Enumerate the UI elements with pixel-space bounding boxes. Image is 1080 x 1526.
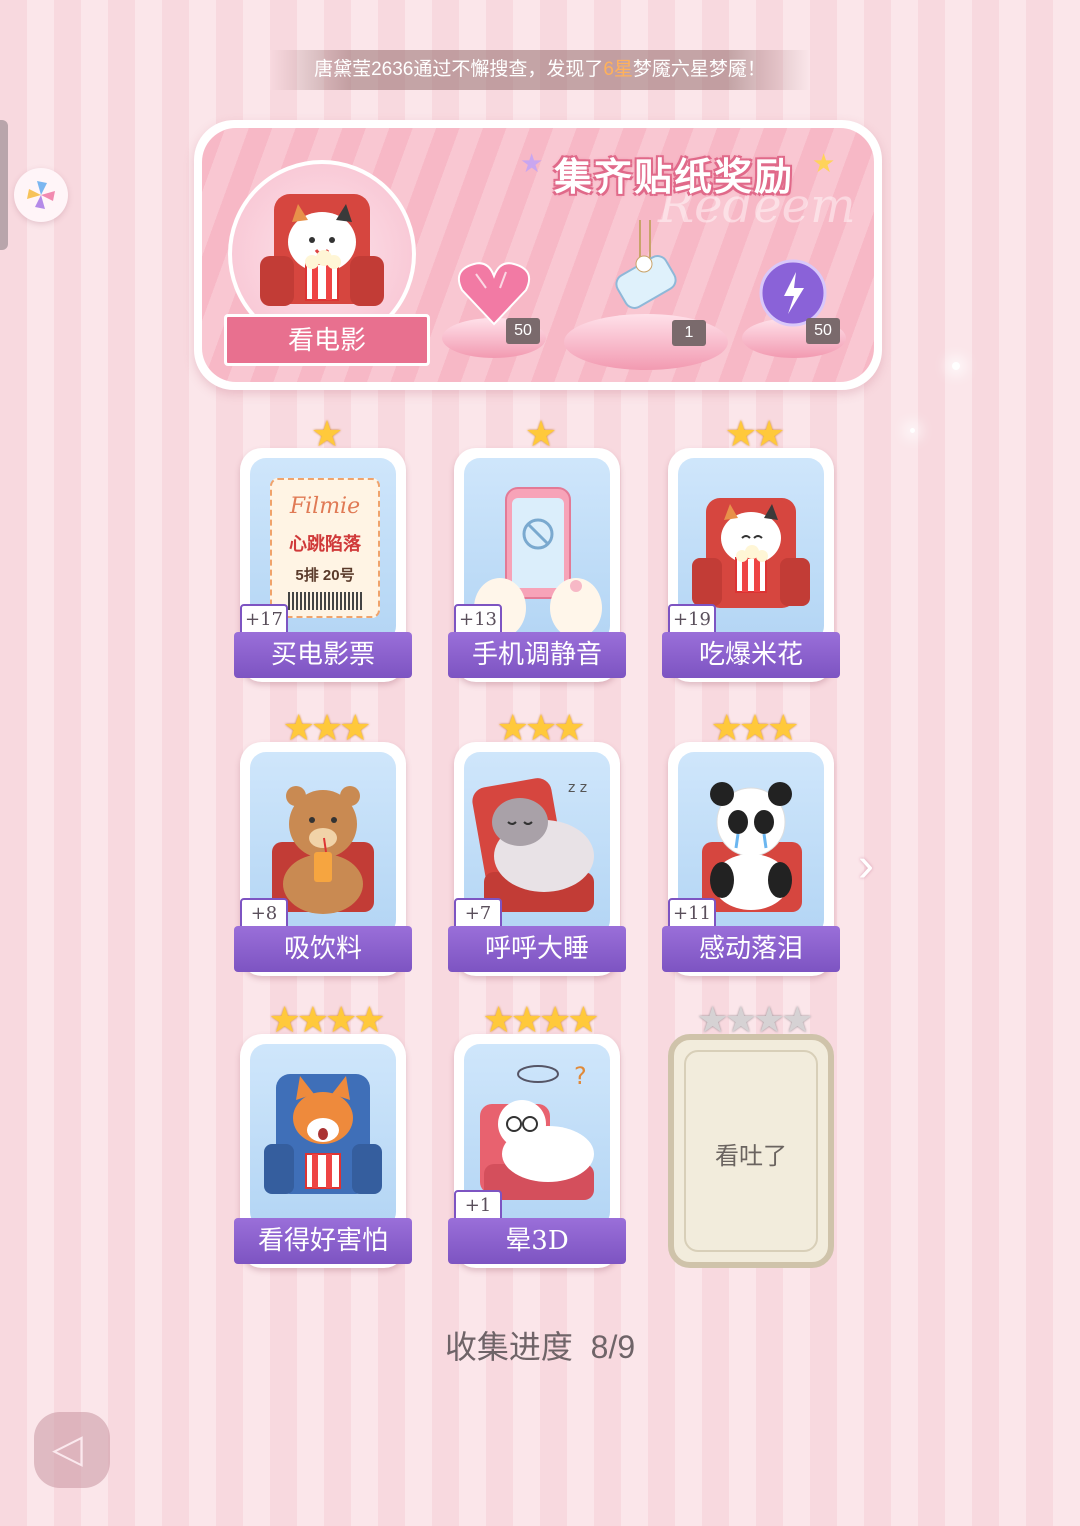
- sticker-card-silence-phone[interactable]: ★ +13 手机调静音: [448, 416, 628, 686]
- notice-highlight: 6星: [603, 59, 633, 80]
- star-rating: ★★★★: [482, 999, 599, 1040]
- reward-count: 50: [506, 318, 540, 344]
- back-arrow-icon: ◁: [52, 1427, 83, 1471]
- card-caption: 吸饮料: [234, 926, 412, 972]
- ticket-brand: Filmie: [289, 494, 361, 519]
- sticker-card-popcorn[interactable]: ★★ +19 吃爆米花: [662, 416, 842, 686]
- next-page-arrow-icon[interactable]: ›: [858, 838, 874, 893]
- sticker-card-sleep[interactable]: ★★★ z z +7 呼呼大睡: [448, 710, 628, 980]
- star-rating: ★★★: [710, 707, 800, 748]
- reward-heart-gem[interactable]: 50: [442, 258, 546, 358]
- svg-text:z z: z z: [568, 780, 587, 796]
- collection-progress: 收集进度 8/9: [0, 1322, 1080, 1368]
- sparkle-decoration: [952, 362, 960, 370]
- card-caption: 看得好害怕: [234, 1218, 412, 1264]
- wind-chime-icon: [615, 220, 677, 309]
- star-rating: ★★: [724, 413, 786, 454]
- locked-card-title: 看吐了: [715, 1142, 787, 1170]
- progress-value: 8/9: [590, 1329, 636, 1365]
- notice-text-pre: 唐黛莹2636通过不懈搜查，发现了: [314, 59, 604, 80]
- star-rating: ★: [310, 413, 343, 454]
- reward-count: 50: [806, 318, 840, 344]
- star-rating-locked: ★★★★: [696, 999, 813, 1040]
- banner-title: 集齐贴纸奖励: [554, 157, 795, 199]
- reward-wind-chime[interactable]: 1: [564, 220, 728, 370]
- side-drawer-handle[interactable]: [0, 120, 8, 250]
- barcode-icon: [288, 592, 362, 610]
- card-caption: 呼呼大睡: [448, 926, 626, 972]
- broadcast-notice: 唐黛莹2636通过不懈搜查，发现了6星梦魇六星梦魇！: [270, 50, 810, 90]
- card-caption: 买电影票: [234, 632, 412, 678]
- star-rating: ★★★: [496, 707, 586, 748]
- topic-label: 看电影: [224, 314, 430, 366]
- sticker-card-scared[interactable]: ★★★★ 看得好害怕: [234, 1002, 414, 1272]
- sticker-card-locked[interactable]: ★★★★ 看吐了: [664, 1002, 842, 1272]
- back-button[interactable]: ◁: [34, 1412, 110, 1488]
- svg-text:?: ?: [574, 1062, 587, 1090]
- card-caption: 手机调静音: [448, 632, 626, 678]
- sticker-reward-banner: Redeem ★ ★ 集齐贴纸奖励 看电影 50 1 50: [194, 120, 882, 390]
- star-rating: ★★★: [282, 707, 372, 748]
- card-caption: 晕3D: [448, 1218, 626, 1264]
- card-caption: 吃爆米花: [662, 632, 840, 678]
- sticker-card-buy-ticket[interactable]: ★ Filmie 心跳陷落 5排 20号 +17 买电影票: [234, 416, 414, 686]
- fox-scared-illustration: [250, 1044, 396, 1228]
- card-caption: 感动落泪: [662, 926, 840, 972]
- sticker-card-dizzy-3d[interactable]: ★★★★ ? +1 晕3D: [448, 1002, 628, 1272]
- reward-count: 1: [672, 320, 706, 346]
- ticket-movie-title: 心跳陷落: [289, 534, 361, 554]
- sticker-card-cry[interactable]: ★★★ +11 感动落泪: [662, 710, 842, 980]
- reward-energy-orb[interactable]: 50: [742, 258, 846, 358]
- notice-text-post: 梦魇六星梦魇！: [632, 59, 766, 80]
- star-icon: ★: [812, 148, 836, 178]
- star-rating: ★: [524, 413, 557, 454]
- star-rating: ★★★★: [268, 999, 385, 1040]
- pinwheel-icon[interactable]: [14, 168, 68, 222]
- sticker-card-drink[interactable]: ★★★ +8 吸饮料: [234, 710, 414, 980]
- sparkle-decoration: [910, 428, 915, 433]
- star-icon: ★: [520, 148, 544, 178]
- ticket-seat: 5排 20号: [295, 567, 355, 584]
- progress-label: 收集进度: [444, 1329, 573, 1365]
